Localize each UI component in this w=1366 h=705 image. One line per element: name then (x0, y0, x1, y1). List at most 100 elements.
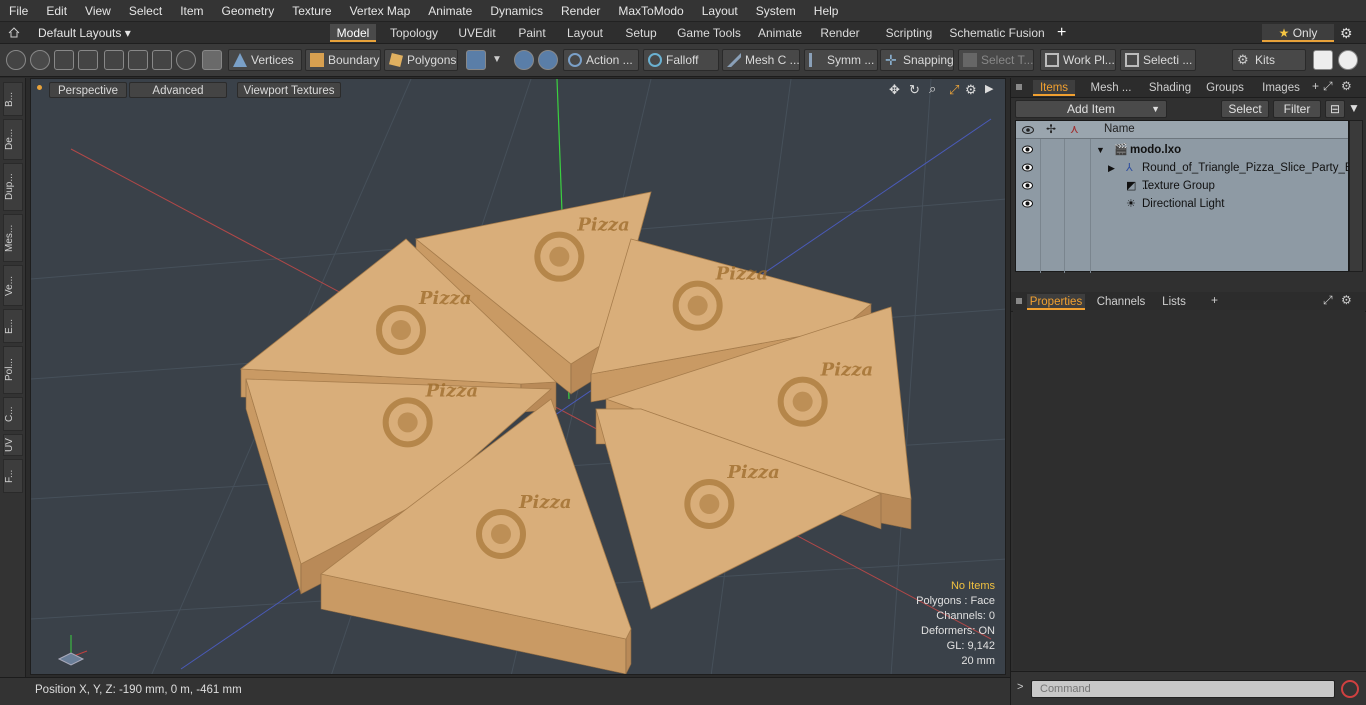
layout-tab-setup[interactable]: Setup (617, 24, 665, 42)
left-tab-5[interactable]: E... (3, 309, 23, 343)
expand-arrow-icon[interactable]: ▼ (1096, 141, 1105, 159)
select-button[interactable]: Select (1221, 100, 1269, 118)
select-through-button[interactable]: Select T... (958, 49, 1034, 71)
menu-item-geometry[interactable]: Geometry (213, 0, 284, 22)
left-tab-4[interactable]: Ve... (3, 265, 23, 306)
gear-icon[interactable]: ⚙ (1340, 25, 1356, 41)
add-panel-tab-icon[interactable]: + (1211, 293, 1218, 307)
panel-tab-1[interactable]: Mesh ... (1085, 80, 1137, 96)
left-tab-0[interactable]: B... (3, 82, 23, 116)
snap-sphere-icon[interactable] (514, 50, 534, 70)
item-mode-icon[interactable] (202, 50, 222, 70)
maximize-view-icon[interactable]: ⤢ (949, 82, 959, 98)
item-row-texture-group[interactable]: ◩ Texture Group (1016, 177, 1348, 195)
lock-col-icon[interactable]: ✢ (1046, 122, 1056, 136)
rotate-view-icon[interactable]: ↻ (909, 82, 920, 98)
layout-home-icon[interactable] (8, 26, 20, 38)
default-layouts-dropdown[interactable]: Default Layouts ▾ (38, 24, 131, 42)
menu-item-dynamics[interactable]: Dynamics (481, 0, 552, 22)
expand-panel-icon[interactable]: ⤢ (1323, 79, 1333, 94)
boundary-button[interactable]: Boundary (305, 49, 381, 71)
left-tab-7[interactable]: C... (3, 397, 23, 431)
command-input[interactable] (1031, 680, 1335, 698)
layout-tab-schematic-fusion[interactable]: Schematic Fusion (948, 24, 1046, 42)
symmetry-sphere-icon[interactable] (538, 50, 558, 70)
only-toggle[interactable]: ★ Only (1262, 24, 1334, 42)
target-icon[interactable] (152, 50, 172, 70)
action-button[interactable]: Action ... (563, 49, 639, 71)
menu-item-select[interactable]: Select (120, 0, 171, 22)
layout-tab-topology[interactable]: Topology (384, 24, 444, 42)
menu-item-render[interactable]: Render (552, 0, 609, 22)
layout-tab-model[interactable]: Model (330, 24, 376, 42)
work-plane-button[interactable]: Work Pl... (1040, 49, 1116, 71)
kits-button[interactable]: ⚙ Kits (1232, 49, 1306, 71)
menu-item-item[interactable]: Item (171, 0, 212, 22)
visibility-eye-icon[interactable] (1022, 181, 1033, 190)
unity-icon[interactable] (1313, 50, 1333, 70)
menu-item-file[interactable]: File (0, 0, 37, 22)
properties-tab-0[interactable]: Properties (1027, 294, 1085, 310)
polygons-button[interactable]: Polygons (384, 49, 458, 71)
menu-item-animate[interactable]: Animate (419, 0, 481, 22)
collapse-icon[interactable]: ⊟ (1325, 100, 1345, 118)
add-item-button[interactable]: Add Item ▼ (1015, 100, 1167, 118)
add-panel-tab-icon[interactable]: + (1312, 79, 1319, 93)
pen-icon[interactable] (54, 50, 74, 70)
layout-tab-game-tools[interactable]: Game Tools (672, 24, 746, 42)
left-tab-2[interactable]: Dup... (3, 163, 23, 211)
left-tab-8[interactable]: UV (3, 434, 23, 456)
vertices-button[interactable]: Vertices (228, 49, 302, 71)
layout-tab-render[interactable]: Render (813, 24, 867, 42)
item-row-mesh[interactable]: ▶ ⅄ Round_of_Triangle_Pizza_Slice_Party_… (1016, 159, 1353, 192)
menu-item-edit[interactable]: Edit (37, 0, 76, 22)
axis-col-icon[interactable]: ⋏ (1070, 122, 1079, 136)
expand-arrow-icon[interactable]: ▶ (1108, 159, 1115, 177)
layout-tab-scripting[interactable]: Scripting (878, 24, 940, 42)
left-tab-1[interactable]: De... (3, 119, 23, 160)
layout-tab-layout[interactable]: Layout (560, 24, 610, 42)
viewport-menu-icon[interactable]: ▶ (985, 82, 993, 95)
menu-item-view[interactable]: View (76, 0, 120, 22)
name-column-header[interactable]: Name (1104, 123, 1135, 135)
unreal-icon[interactable] (1338, 50, 1358, 70)
left-tab-6[interactable]: Pol... (3, 346, 23, 394)
panel-tab-3[interactable]: Groups (1199, 80, 1251, 96)
selection-sets-button[interactable]: Selecti ... (1120, 49, 1196, 71)
filter-button[interactable]: Filter (1273, 100, 1321, 118)
mesh-constraint-button[interactable]: Mesh C ... (722, 49, 800, 71)
visibility-eye-icon[interactable] (1022, 163, 1033, 172)
viewport-textures-tab[interactable]: Viewport Textures (237, 82, 341, 98)
zoom-view-icon[interactable]: ⌕ (929, 81, 936, 97)
refresh-icon[interactable] (176, 50, 196, 70)
center-icon[interactable] (128, 50, 148, 70)
advanced-tab[interactable]: Advanced (129, 82, 227, 98)
panel-tab-2[interactable]: Shading (1145, 80, 1195, 96)
menu-item-vertex-map[interactable]: Vertex Map (341, 0, 420, 22)
visibility-col-icon[interactable] (1022, 124, 1034, 138)
left-tab-3[interactable]: Mes... (3, 214, 23, 262)
snapping-button[interactable]: ✛ Snapping (880, 49, 954, 71)
brush-icon[interactable] (78, 50, 98, 70)
add-tab-button[interactable]: + (1057, 24, 1071, 42)
3d-viewport[interactable]: Pizza Pizza Pizza Pizza Pizza Pizza Pizza Pers… (30, 78, 1006, 675)
layout-tab-animate[interactable]: Animate (753, 24, 807, 42)
menu-item-help[interactable]: Help (805, 0, 848, 22)
record-icon[interactable] (1341, 680, 1359, 698)
menu-item-texture[interactable]: Texture (283, 0, 340, 22)
viewport-settings-icon[interactable]: ⚙ (965, 82, 977, 98)
chevron-down-icon[interactable]: ▼ (492, 54, 502, 65)
globe-icon[interactable] (30, 50, 50, 70)
circle-select-icon[interactable] (6, 50, 26, 70)
item-row-light[interactable]: ☀ Directional Light (1016, 195, 1348, 213)
menu-item-system[interactable]: System (747, 0, 805, 22)
visibility-eye-icon[interactable] (1022, 199, 1033, 208)
expand-panel-icon[interactable]: ⤢ (1323, 293, 1333, 308)
properties-tab-1[interactable]: Channels (1093, 294, 1149, 310)
menu-item-layout[interactable]: Layout (693, 0, 747, 22)
items-scrollbar[interactable] (1349, 120, 1363, 272)
panel-gear-icon[interactable]: ⚙ (1341, 79, 1352, 93)
panel-tab-0[interactable]: Items (1033, 80, 1075, 96)
layout-tab-paint[interactable]: Paint (510, 24, 554, 42)
funnel-icon[interactable]: ▼ (1348, 101, 1360, 115)
